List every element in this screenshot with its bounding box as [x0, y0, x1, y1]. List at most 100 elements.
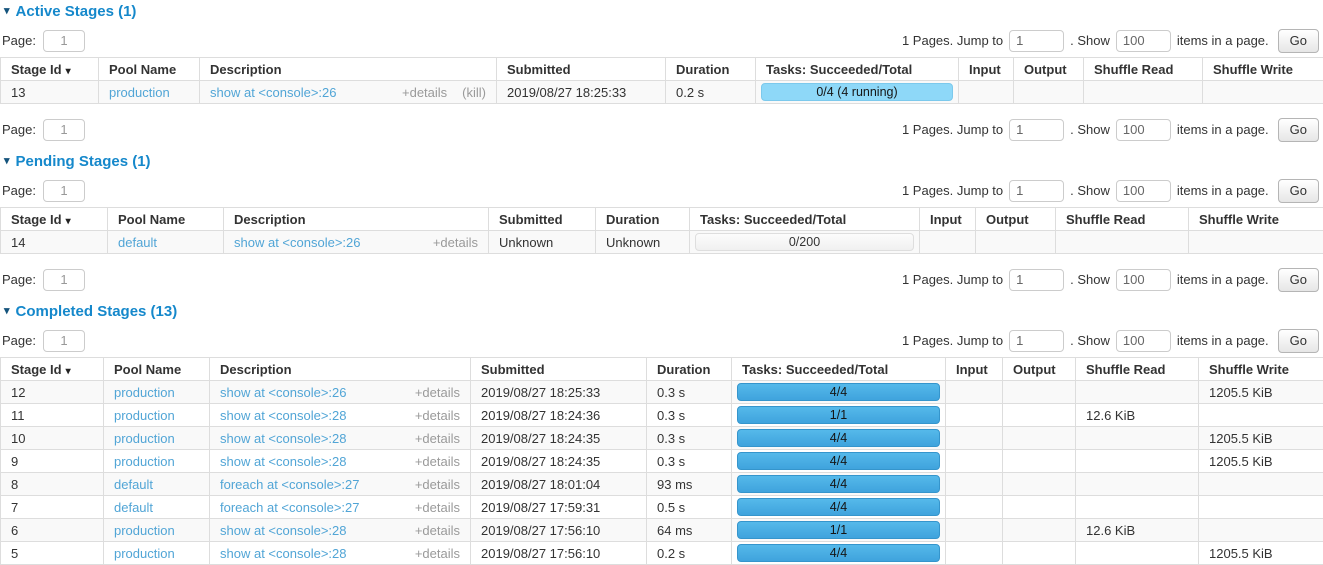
description-link[interactable]: foreach at <console>:27 — [220, 500, 360, 515]
shuffle-write-cell: 1205.5 KiB — [1199, 381, 1323, 404]
col-header-shuffle-write[interactable]: Shuffle Write — [1203, 58, 1323, 81]
jump-to-page-input[interactable] — [1009, 269, 1064, 291]
pool-name-link[interactable]: default — [118, 235, 157, 250]
col-header-tasks[interactable]: Tasks: Succeeded/Total — [756, 58, 959, 81]
show-items-input[interactable] — [1116, 269, 1171, 291]
description-link[interactable]: foreach at <console>:27 — [220, 477, 360, 492]
description-link[interactable]: show at <console>:28 — [220, 523, 346, 538]
col-header-stage-id[interactable]: Stage Id▾ — [1, 208, 108, 231]
col-header-pool-name[interactable]: Pool Name — [104, 358, 210, 381]
go-button[interactable]: Go — [1278, 329, 1319, 353]
pool-name-link[interactable]: production — [114, 546, 175, 561]
col-header-stage-id[interactable]: Stage Id▾ — [1, 358, 104, 381]
jump-to-page-input[interactable] — [1009, 30, 1064, 52]
jump-to-page-input[interactable] — [1009, 330, 1064, 352]
details-toggle[interactable]: +details — [415, 408, 460, 423]
description-link[interactable]: show at <console>:28 — [220, 431, 346, 446]
details-toggle[interactable]: +details — [433, 235, 478, 250]
page-number-input[interactable] — [43, 330, 85, 352]
details-toggle[interactable]: +details — [415, 477, 460, 492]
input-cell — [946, 542, 1003, 565]
description-cell: show at <console>:26 +details (kill) — [200, 81, 497, 104]
col-header-input[interactable]: Input — [959, 58, 1014, 81]
col-header-description[interactable]: Description — [224, 208, 489, 231]
col-header-input[interactable]: Input — [920, 208, 976, 231]
go-button[interactable]: Go — [1278, 118, 1319, 142]
col-header-output[interactable]: Output — [1014, 58, 1084, 81]
kill-link[interactable]: (kill) — [462, 85, 486, 100]
active-stages-header[interactable]: ▾ Active Stages (1) — [4, 3, 1323, 20]
show-items-input[interactable] — [1116, 30, 1171, 52]
pool-name-link[interactable]: default — [114, 477, 153, 492]
pool-name-link[interactable]: production — [114, 408, 175, 423]
details-toggle[interactable]: +details — [415, 500, 460, 515]
shuffle-write-cell — [1199, 519, 1323, 542]
pool-name-link[interactable]: production — [114, 454, 175, 469]
pool-name-link[interactable]: production — [114, 385, 175, 400]
pending-stages-header[interactable]: ▾ Pending Stages (1) — [4, 153, 1323, 170]
details-toggle[interactable]: +details — [415, 385, 460, 400]
col-header-output[interactable]: Output — [976, 208, 1056, 231]
col-header-submitted[interactable]: Submitted — [489, 208, 596, 231]
pool-name-link[interactable]: production — [114, 431, 175, 446]
input-cell — [946, 496, 1003, 519]
shuffle-read-cell — [1076, 381, 1199, 404]
col-header-description[interactable]: Description — [200, 58, 497, 81]
description-link[interactable]: show at <console>:26 — [234, 235, 360, 250]
col-header-duration[interactable]: Duration — [647, 358, 732, 381]
show-items-input[interactable] — [1116, 180, 1171, 202]
stage-id-cell: 9 — [1, 450, 104, 473]
col-header-input[interactable]: Input — [946, 358, 1003, 381]
jump-to-page-input[interactable] — [1009, 180, 1064, 202]
col-header-output[interactable]: Output — [1003, 358, 1076, 381]
col-header-shuffle-write[interactable]: Shuffle Write — [1199, 358, 1323, 381]
pagination-row: Page: 1 Pages. Jump to . Show items in a… — [2, 117, 1319, 142]
description-link[interactable]: show at <console>:28 — [220, 408, 346, 423]
page-number-input[interactable] — [43, 180, 85, 202]
col-header-duration[interactable]: Duration — [666, 58, 756, 81]
col-header-pool-name[interactable]: Pool Name — [108, 208, 224, 231]
col-header-description[interactable]: Description — [210, 358, 471, 381]
details-toggle[interactable]: +details — [415, 523, 460, 538]
col-header-shuffle-read[interactable]: Shuffle Read — [1076, 358, 1199, 381]
col-header-duration[interactable]: Duration — [596, 208, 690, 231]
description-link[interactable]: show at <console>:28 — [220, 454, 346, 469]
go-button[interactable]: Go — [1278, 179, 1319, 203]
col-header-pool-name[interactable]: Pool Name — [99, 58, 200, 81]
tasks-cell: 4/4 — [732, 496, 946, 519]
details-toggle[interactable]: +details — [415, 431, 460, 446]
col-header-tasks[interactable]: Tasks: Succeeded/Total — [690, 208, 920, 231]
go-button[interactable]: Go — [1278, 29, 1319, 53]
output-cell — [1003, 427, 1076, 450]
page-number-input[interactable] — [43, 30, 85, 52]
description-link[interactable]: show at <console>:26 — [210, 85, 336, 100]
output-cell — [1003, 450, 1076, 473]
pool-name-link[interactable]: production — [114, 523, 175, 538]
pool-name-link[interactable]: default — [114, 500, 153, 515]
details-toggle[interactable]: +details — [402, 85, 447, 100]
col-header-tasks[interactable]: Tasks: Succeeded/Total — [732, 358, 946, 381]
pool-name-link[interactable]: production — [109, 85, 170, 100]
details-toggle[interactable]: +details — [415, 454, 460, 469]
completed-stages-header[interactable]: ▾ Completed Stages (13) — [4, 303, 1323, 320]
go-button[interactable]: Go — [1278, 268, 1319, 292]
col-header-stage-id[interactable]: Stage Id▾ — [1, 58, 99, 81]
shuffle-read-cell — [1056, 231, 1189, 254]
show-items-input[interactable] — [1116, 119, 1171, 141]
col-header-shuffle-write[interactable]: Shuffle Write — [1189, 208, 1323, 231]
col-header-shuffle-read[interactable]: Shuffle Read — [1056, 208, 1189, 231]
page-number-input[interactable] — [43, 119, 85, 141]
submitted-cell: 2019/08/27 18:25:33 — [497, 81, 666, 104]
col-header-submitted[interactable]: Submitted — [471, 358, 647, 381]
col-header-submitted[interactable]: Submitted — [497, 58, 666, 81]
tasks-cell: 0/200 — [690, 231, 920, 254]
description-link[interactable]: show at <console>:26 — [220, 385, 346, 400]
page-number-input[interactable] — [43, 269, 85, 291]
show-items-input[interactable] — [1116, 330, 1171, 352]
details-toggle[interactable]: +details — [415, 546, 460, 561]
page-label: Page: — [2, 272, 36, 287]
description-link[interactable]: show at <console>:28 — [220, 546, 346, 561]
jump-to-page-input[interactable] — [1009, 119, 1064, 141]
col-header-shuffle-read[interactable]: Shuffle Read — [1084, 58, 1203, 81]
pages-count-text: 1 Pages. Jump to — [902, 272, 1003, 287]
